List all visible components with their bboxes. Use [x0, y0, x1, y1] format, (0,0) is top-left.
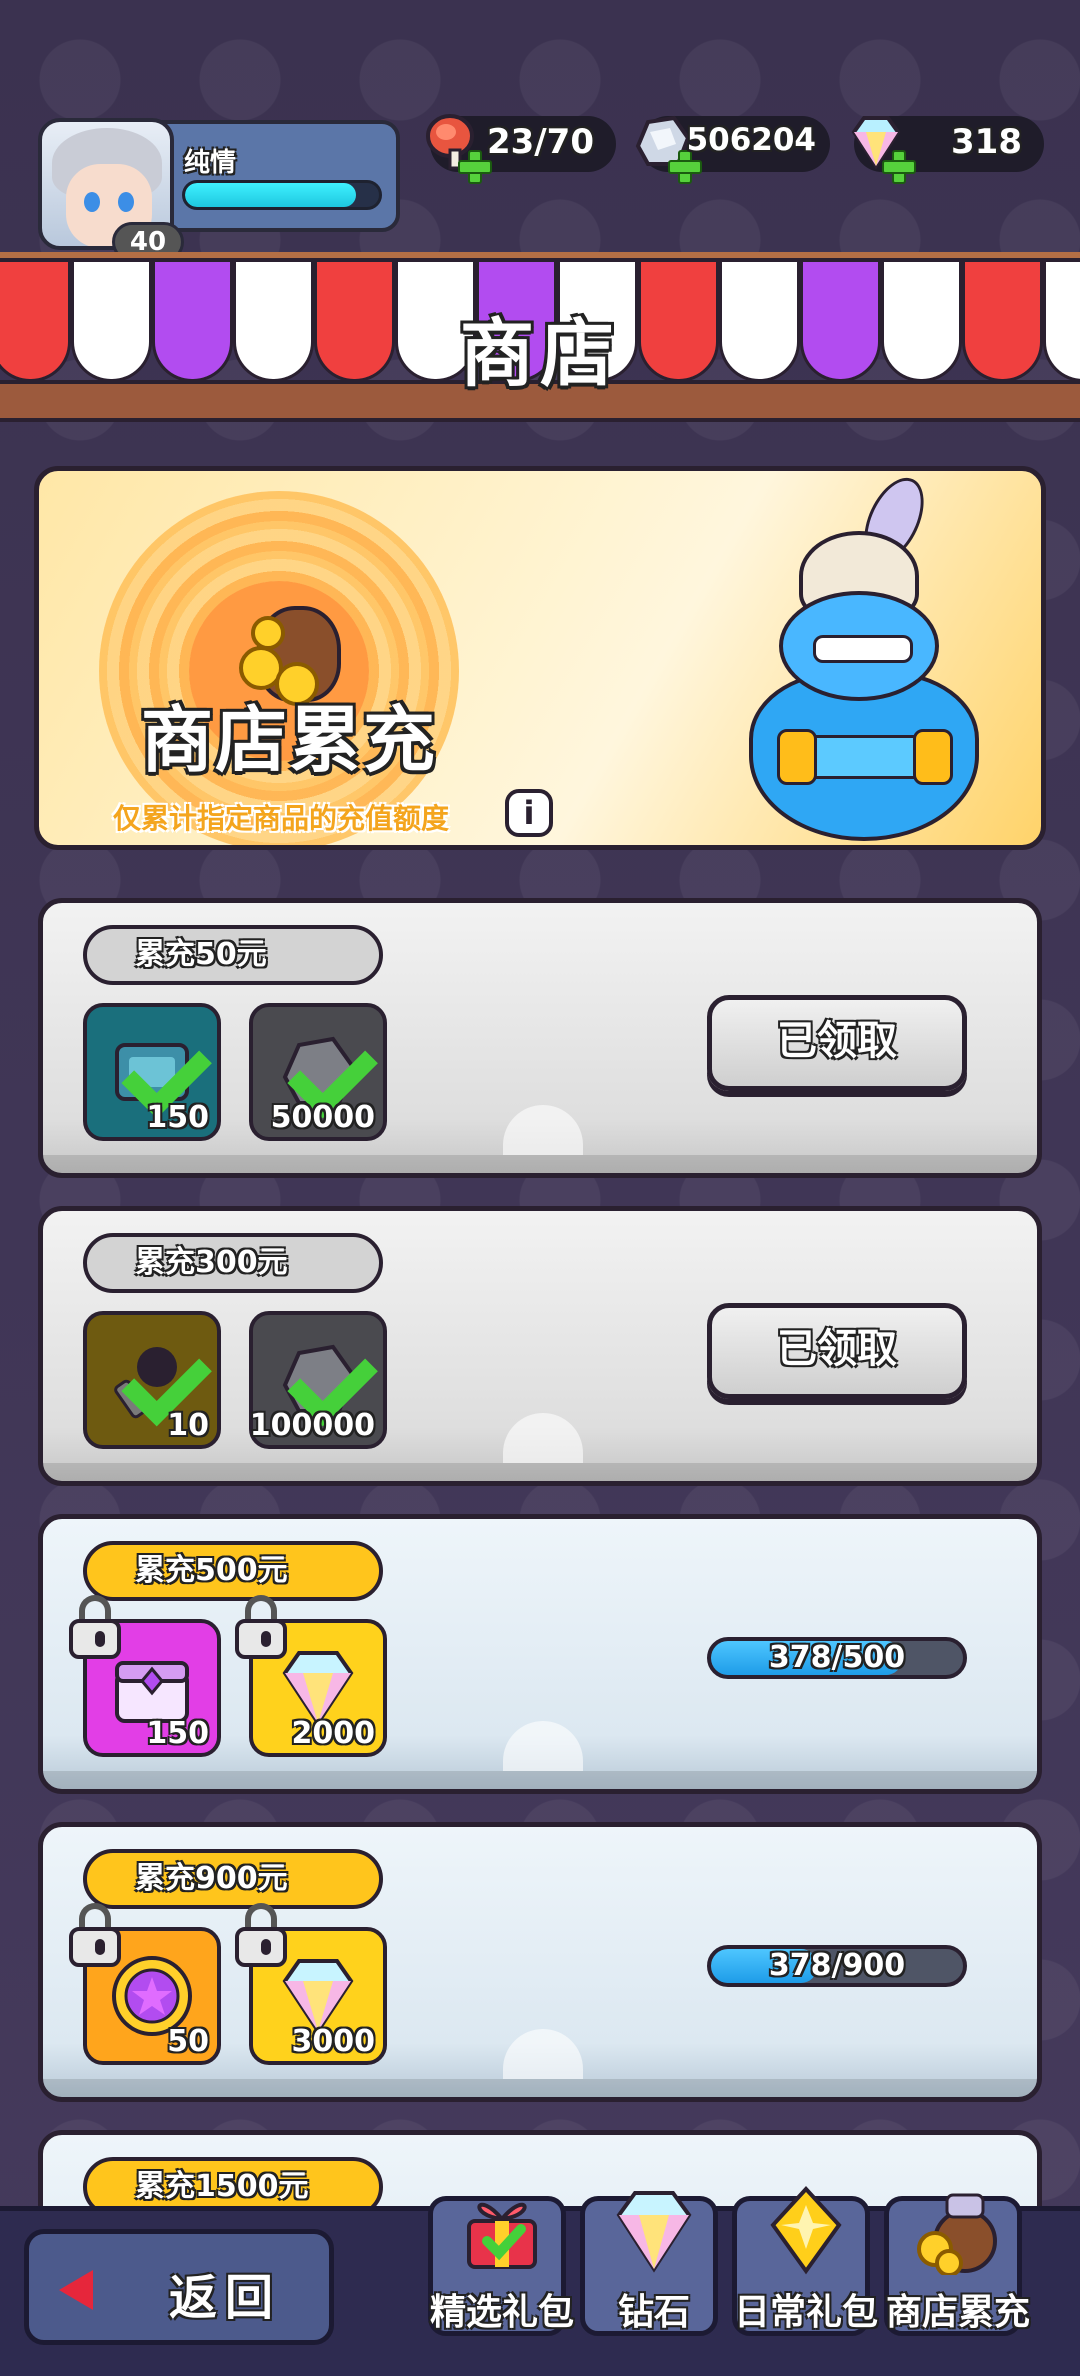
- add-diamond-icon[interactable]: [882, 150, 916, 184]
- info-button[interactable]: i: [505, 789, 553, 837]
- tier-label: 累充50元: [83, 925, 383, 985]
- lock-icon: [67, 1903, 123, 1967]
- coin-bag-icon: [917, 2193, 997, 2275]
- banner-title: 商店累充: [141, 698, 438, 782]
- item-count: 10: [167, 1408, 209, 1443]
- item-count: 150: [146, 1716, 209, 1751]
- claimed-check-icon: [113, 1343, 197, 1409]
- claimed-check-icon: [279, 1035, 363, 1101]
- claimed-button[interactable]: 已领取: [707, 995, 967, 1091]
- tier-card-900: 累充900元 50 3000 378/900: [38, 1822, 1042, 2102]
- item-count: 3000: [291, 2024, 376, 2059]
- silver-value: 506204: [686, 122, 816, 158]
- progress-text: 378/500: [768, 1640, 906, 1675]
- exp-bar: [182, 180, 382, 210]
- claimed-check-icon: [279, 1343, 363, 1409]
- claimed-button[interactable]: 已领取: [707, 1303, 967, 1399]
- reward-item[interactable]: 2000: [235, 1595, 387, 1757]
- cumulative-recharge-banner: 商店累充 仅累计指定商品的充值额度 i: [34, 466, 1046, 850]
- tier-card-300: 累充300元 10 100000 已领取: [38, 1206, 1042, 1486]
- reward-item[interactable]: 150: [83, 1003, 221, 1141]
- item-count: 150: [146, 1100, 209, 1135]
- reward-item[interactable]: 50000: [249, 1003, 387, 1141]
- exp-bar-fill: [185, 183, 356, 207]
- tab-diamonds[interactable]: 钻石: [580, 2191, 718, 2336]
- lock-icon: [233, 1903, 289, 1967]
- back-arrow-icon: [59, 2270, 93, 2310]
- gift-box-icon: [467, 2202, 537, 2269]
- item-count: 50000: [270, 1100, 375, 1135]
- item-count: 50: [167, 2024, 209, 2059]
- diamond-value: 318: [951, 122, 1022, 162]
- banner-note: 仅累计指定商品的充值额度: [113, 802, 450, 835]
- tier-card-50: 累充50元 150 50000 已领取: [38, 898, 1042, 1178]
- shop-awning: 商店: [0, 252, 1080, 422]
- reward-item[interactable]: 150: [69, 1595, 221, 1757]
- reward-item[interactable]: 3000: [235, 1903, 387, 2065]
- item-count: 2000: [291, 1716, 376, 1751]
- recharge-progress-bar: 378/900: [707, 1945, 967, 1987]
- item-count: 100000: [249, 1408, 375, 1443]
- tier-card-500: 累充500元 150 2000 378/500: [38, 1514, 1042, 1794]
- tab-daily-gifts[interactable]: 日常礼包: [732, 2186, 878, 2336]
- genie-mascot: [699, 471, 1039, 845]
- claimed-check-icon: [113, 1035, 197, 1101]
- page-title: 商店: [460, 311, 620, 397]
- reward-item[interactable]: 50: [69, 1903, 221, 2065]
- tab-featured-gifts[interactable]: 精选礼包: [428, 2196, 574, 2336]
- add-stamina-icon[interactable]: [458, 150, 492, 184]
- tab-shop-recharge[interactable]: 商店累充: [884, 2193, 1030, 2336]
- back-button[interactable]: 返回: [24, 2229, 334, 2345]
- player-profile[interactable]: 纯情 40: [38, 118, 400, 262]
- reward-item[interactable]: 100000: [249, 1311, 387, 1449]
- recharge-progress-bar: 378/500: [707, 1637, 967, 1679]
- diamond-icon: [616, 2191, 692, 2273]
- stamina-value: 23/70: [486, 122, 594, 162]
- tab-label: 商店累充: [885, 2292, 1030, 2333]
- back-label: 返回: [169, 2270, 282, 2326]
- resource-stamina[interactable]: 23/70: [426, 114, 616, 184]
- player-name: 纯情: [184, 148, 237, 178]
- tier-label: 累充500元: [83, 1541, 383, 1601]
- tier-label: 累充300元: [83, 1233, 383, 1293]
- lock-icon: [233, 1595, 289, 1659]
- tier-label: 累充900元: [83, 1849, 383, 1909]
- resource-silver[interactable]: 506204: [635, 115, 830, 184]
- lock-icon: [67, 1595, 123, 1659]
- resource-diamond[interactable]: 318: [851, 116, 1044, 184]
- reward-item[interactable]: 10: [83, 1311, 221, 1449]
- progress-text: 378/900: [768, 1948, 906, 1983]
- gold-gem-icon: [770, 2186, 842, 2275]
